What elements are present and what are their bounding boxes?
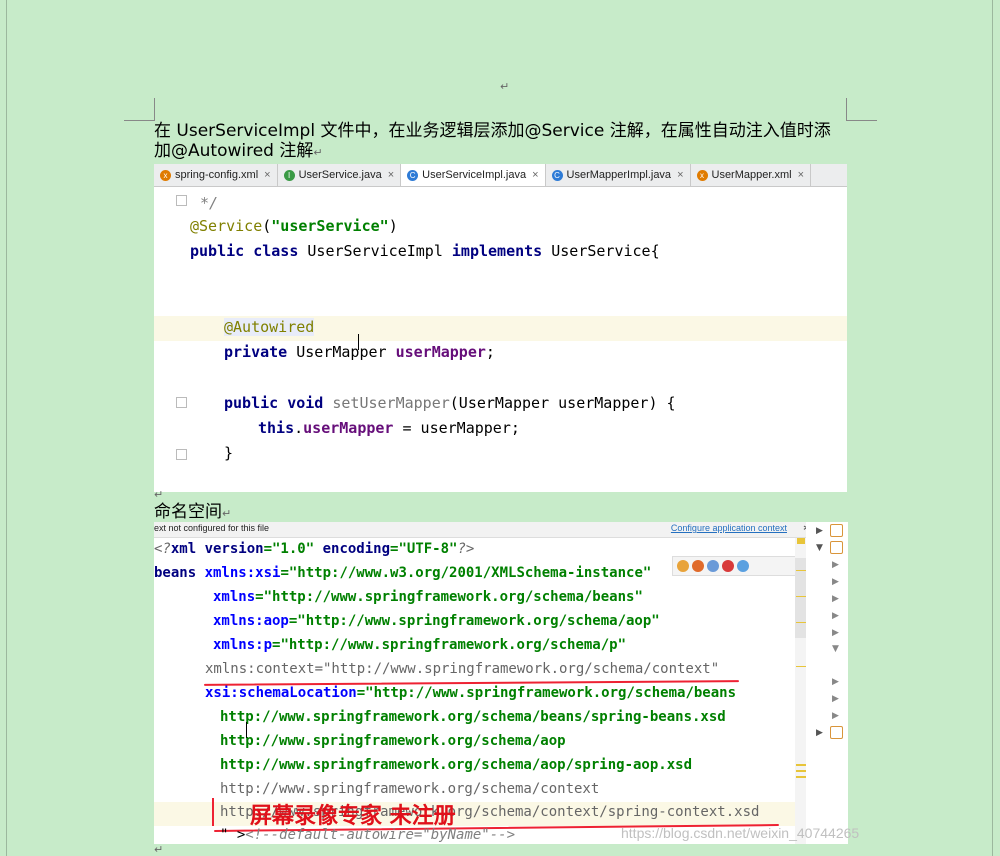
- text-cursor: [246, 722, 249, 738]
- code-line-service-annotation: @Service("userService"): [190, 217, 398, 235]
- expand-arrow-icon[interactable]: ▶: [832, 560, 839, 570]
- editor-tab[interactable]: x UserMapper.xml ×: [691, 164, 812, 186]
- editor-tab[interactable]: I UserService.java ×: [278, 164, 402, 186]
- code-line-field: private UserMapper userMapper;: [224, 343, 495, 361]
- notice-text: ext not configured for this file: [154, 523, 270, 533]
- expand-arrow-icon[interactable]: ▶: [832, 577, 839, 587]
- section-heading[interactable]: 命名空间↵: [154, 502, 854, 524]
- warning-marker[interactable]: [796, 570, 806, 571]
- xml-line-xmlns-aop: xmlns:aop="http://www.springframework.or…: [213, 613, 660, 629]
- expand-arrow-icon[interactable]: ▶: [832, 677, 839, 687]
- code-line-class-decl: public class UserServiceImpl implements …: [190, 242, 660, 260]
- xml-line-aop: http://www.springframework.org/schema/ao…: [220, 733, 566, 749]
- warning-marker[interactable]: [796, 770, 806, 772]
- browser-preview-icons: [672, 556, 796, 576]
- folder-icon: [830, 726, 843, 739]
- expand-arrow-icon[interactable]: ▶: [816, 728, 823, 738]
- tab-label: UserService.java: [298, 169, 382, 181]
- file-type-icon: C: [551, 169, 563, 181]
- xml-line-aop-xsd: http://www.springframework.org/schema/ao…: [220, 757, 693, 773]
- expand-arrow-icon[interactable]: ▶: [816, 526, 823, 536]
- collapse-arrow-icon[interactable]: ▼: [832, 644, 839, 654]
- xml-line-context: http://www.springframework.org/schema/co…: [220, 781, 600, 797]
- page-left-edge: [6, 0, 7, 856]
- code-line-autowired: @Autowired: [224, 318, 315, 336]
- recorder-watermark: 屏幕录像专家 未注册: [250, 803, 456, 829]
- close-icon[interactable]: ×: [388, 169, 394, 181]
- expand-arrow-icon[interactable]: ▶: [832, 628, 839, 638]
- xml-line-xmlns-context: xmlns:context="http://www.springframewor…: [205, 661, 720, 677]
- tab-label: UserMapper.xml: [711, 169, 792, 181]
- context-notice-bar: ext not configured for this file Configu…: [154, 522, 847, 538]
- red-bracket-mark: [212, 798, 214, 826]
- close-icon[interactable]: ×: [798, 169, 804, 181]
- paragraph-mark: ↵: [154, 488, 164, 501]
- xml-line-schema-location: xsi:schemaLocation="http://www.springfra…: [205, 685, 737, 701]
- file-type-icon: x: [696, 169, 708, 181]
- fold-marker[interactable]: [176, 195, 187, 206]
- close-icon[interactable]: ×: [677, 169, 683, 181]
- fold-marker[interactable]: [176, 449, 187, 460]
- tab-label: spring-config.xml: [175, 169, 259, 181]
- expand-arrow-icon[interactable]: ▶: [832, 711, 839, 721]
- page-right-edge: [992, 0, 993, 856]
- crop-mark-top-left: [124, 98, 155, 121]
- editor-tab[interactable]: C UserMapperImpl.java ×: [546, 164, 691, 186]
- warning-marker[interactable]: [796, 622, 806, 623]
- intro-line-1: 在 UserServiceImpl 文件中，在业务逻辑层添加@Service 注…: [154, 121, 831, 141]
- editor-tab-bar: x spring-config.xml × I UserService.java × C Us…: [154, 164, 847, 187]
- crop-mark-top-right: [846, 98, 877, 121]
- xml-line-declaration: <?xml version="1.0" encoding="UTF-8"?>: [154, 541, 475, 557]
- editor-tab[interactable]: C UserServiceImpl.java ×: [401, 164, 546, 186]
- blog-url-watermark: https://blog.csdn.net/weixin_40744265: [621, 825, 860, 841]
- warning-marker[interactable]: [796, 596, 806, 597]
- xml-line-beans-xsd: http://www.springframework.org/schema/be…: [220, 709, 726, 725]
- code-line-assign: this.userMapper = userMapper;: [258, 419, 520, 437]
- xml-code-screenshot: ext not configured for this file Configu…: [154, 522, 847, 844]
- expand-arrow-icon[interactable]: ▶: [832, 594, 839, 604]
- java-code-screenshot: x spring-config.xml × I UserService.java × C Us…: [154, 164, 847, 492]
- file-type-icon: x: [160, 169, 171, 181]
- opera-icon[interactable]: [722, 560, 734, 572]
- warning-marker[interactable]: [796, 666, 806, 667]
- chrome-icon[interactable]: [677, 560, 689, 572]
- editor-tab[interactable]: x spring-config.xml ×: [154, 164, 278, 186]
- warning-marker[interactable]: [796, 764, 806, 766]
- firefox-icon[interactable]: [692, 560, 704, 572]
- paragraph-mark: ↵: [154, 843, 164, 856]
- folder-icon: [830, 524, 843, 537]
- code-line-close-brace: }: [224, 444, 234, 462]
- xml-line-xmlns-p: xmlns:p="http://www.springframework.org/…: [213, 637, 627, 653]
- structure-panel: ▶ ▼ ▶ ▶ ▶ ▶ ▶ ▼ ▶ ▶ ▶ ▶: [806, 522, 848, 844]
- expand-arrow-icon[interactable]: ▶: [832, 694, 839, 704]
- code-line-comment-end: */: [200, 194, 219, 212]
- file-type-icon: C: [407, 169, 419, 181]
- file-type-icon: I: [283, 169, 295, 181]
- expand-arrow-icon[interactable]: ▶: [832, 611, 839, 621]
- tab-label: UserMapperImpl.java: [566, 169, 672, 181]
- configure-context-link[interactable]: Configure application context: [671, 523, 787, 533]
- folder-icon: [830, 541, 843, 554]
- warning-marker[interactable]: [797, 538, 805, 544]
- close-icon[interactable]: ×: [532, 169, 538, 181]
- paragraph-mark: ↵: [500, 80, 510, 93]
- code-line-setter: public void setUserMapper(UserMapper use…: [224, 394, 676, 412]
- xml-line-xmlns: xmlns="http://www.springframework.org/sc…: [213, 589, 643, 605]
- xml-line-beans-open: beans xmlns:xsi="http://www.w3.org/2001/…: [154, 565, 652, 581]
- intro-line-2: 加@Autowired 注解↵: [154, 141, 323, 161]
- ie-icon[interactable]: [737, 560, 749, 572]
- safari-icon[interactable]: [707, 560, 719, 572]
- fold-marker[interactable]: [176, 397, 187, 408]
- tab-label: UserServiceImpl.java: [422, 169, 527, 181]
- intro-paragraph[interactable]: 在 UserServiceImpl 文件中，在业务逻辑层添加@Service 注…: [154, 121, 854, 163]
- warning-marker[interactable]: [796, 776, 806, 778]
- collapse-arrow-icon[interactable]: ▼: [816, 543, 823, 553]
- close-icon[interactable]: ×: [264, 169, 270, 181]
